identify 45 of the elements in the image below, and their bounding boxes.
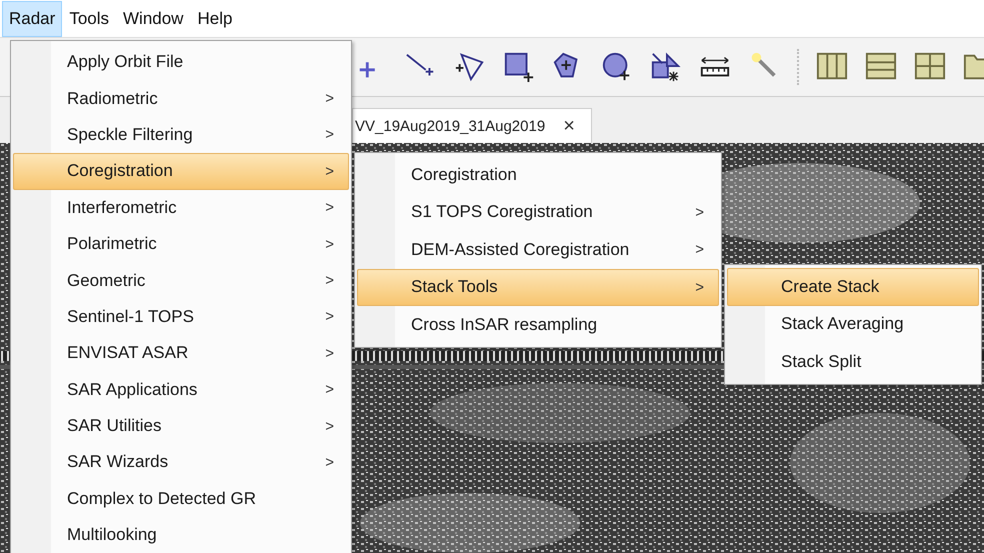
submenu-arrow: > [325, 90, 334, 108]
menu-item[interactable]: Interferometric > [13, 190, 349, 226]
submenu-arrow: > [325, 236, 334, 253]
menu-item[interactable]: Radiometric > [13, 80, 349, 117]
menu-item[interactable]: Tools [62, 0, 116, 36]
menu-item[interactable]: Window [116, 0, 190, 36]
menu-item[interactable]: S1 TOPS Coregistration > [357, 194, 719, 231]
submenu-arrow: > [695, 278, 704, 296]
menu-item[interactable]: Complex to Detected GR [13, 480, 349, 518]
menu-item[interactable]: ENVISAT ASAR > [13, 335, 349, 372]
menu-item[interactable]: Polarimetric > [13, 226, 349, 262]
menu-item[interactable]: Cross InSAR resampling [357, 306, 719, 344]
submenu-arrow: > [325, 418, 334, 435]
menu-item[interactable]: Coregistration [357, 156, 719, 194]
document-tab[interactable]: VV_19Aug2019_31Aug2019 × [352, 108, 592, 143]
menu-item[interactable]: Stack Averaging [727, 306, 979, 343]
submenu-arrow: > [325, 454, 334, 471]
menu-item[interactable]: Stack Tools > [357, 268, 719, 306]
submenu-arrow: > [325, 308, 334, 326]
menu-item[interactable]: SAR Wizards > [13, 444, 349, 481]
polygon-tool-icon[interactable] [454, 51, 486, 83]
submenu-arrow: > [325, 126, 334, 144]
menu-item[interactable]: Radar [2, 0, 62, 36]
submenu-arrow: > [325, 162, 334, 180]
menu-item[interactable]: Help [190, 0, 240, 36]
submenu-arrow: > [695, 241, 704, 258]
menu-item[interactable]: Geometric > [13, 262, 349, 299]
menu-item[interactable]: SAR Utilities > [13, 408, 349, 444]
rectangle-tool-icon[interactable] [503, 51, 535, 83]
menu-item[interactable]: Multilooking [13, 517, 349, 553]
submenu-arrow: > [325, 272, 334, 290]
submenu-arrow: > [325, 199, 334, 216]
submenu-arrow: > [325, 344, 334, 362]
shape-select-icon[interactable] [650, 51, 682, 83]
submenu-arrow: > [695, 204, 704, 221]
menu-item[interactable]: Sentinel-1 TOPS > [13, 298, 349, 336]
close-icon[interactable]: × [563, 114, 575, 138]
menu-item[interactable]: SAR Applications > [13, 372, 349, 408]
menu-item[interactable]: Stack Split [727, 343, 979, 380]
menu-item[interactable]: Speckle Filtering > [13, 116, 349, 154]
menu-item[interactable]: DEM-Assisted Coregistration > [357, 231, 719, 268]
submenu-arrow: > [325, 381, 334, 398]
menu-item[interactable]: Apply Orbit File [13, 44, 349, 80]
menu-item[interactable]: Coregistration > [13, 153, 349, 190]
menu-item[interactable]: Create Stack [727, 268, 979, 306]
